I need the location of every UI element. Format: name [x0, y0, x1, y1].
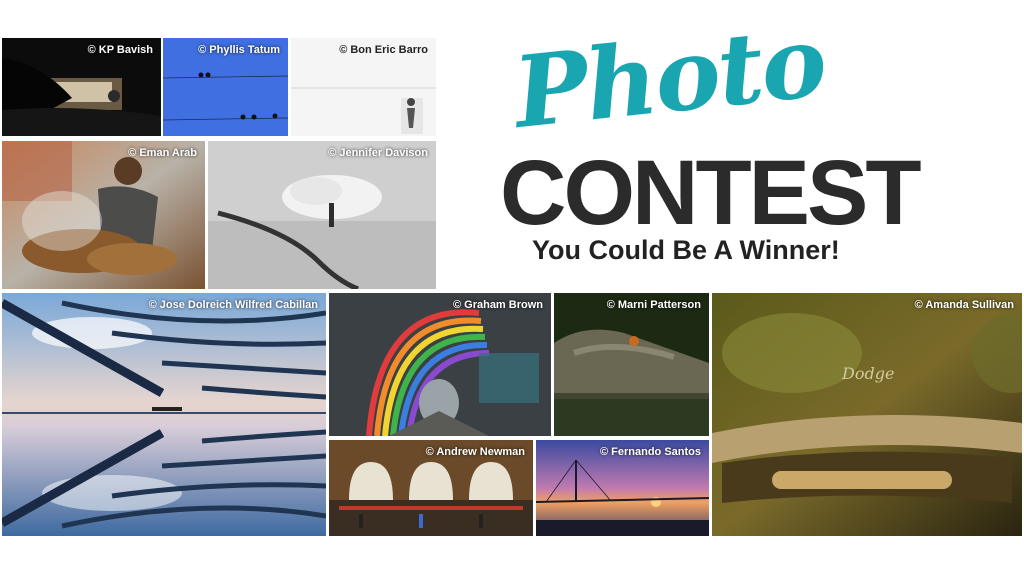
photo-art: [554, 293, 709, 436]
photo-andrew-newman: © Andrew Newman: [329, 440, 533, 536]
contest-title: CONTEST Photo You Could Be A Winner!: [480, 4, 1000, 275]
photo-credit: © Andrew Newman: [425, 446, 525, 458]
photo-jose-cabillan: © Jose Dolreich Wilfred Cabillan: [2, 293, 326, 536]
photo-art: [208, 141, 436, 289]
photo-art: Dodge: [712, 293, 1022, 536]
photo-bon-eric-barro: © Bon Eric Barro: [291, 38, 436, 136]
photo-amanda-sullivan: Dodge © Amanda Sullivan: [712, 293, 1022, 536]
headline-photo-script: Photo: [508, 4, 831, 151]
headline-contest: CONTEST: [500, 142, 922, 244]
photo-art: [2, 141, 205, 289]
photo-credit: © Fernando Santos: [599, 446, 701, 458]
photo-credit: © KP Bavish: [87, 44, 153, 56]
photo-graham-brown: © Graham Brown: [329, 293, 551, 436]
tagline: You Could Be A Winner!: [532, 235, 840, 265]
photo-credit: © Graham Brown: [452, 299, 543, 311]
photo-credit: © Jennifer Davison: [328, 147, 428, 159]
photo-fernando-santos: © Fernando Santos: [536, 440, 709, 536]
photo-credit: © Marni Patterson: [606, 299, 701, 311]
photo-art: [2, 293, 326, 536]
photo-credit: © Bon Eric Barro: [339, 44, 428, 56]
photo-phyllis-tatum: © Phyllis Tatum: [163, 38, 288, 136]
photo-credit: © Eman Arab: [128, 147, 197, 159]
photo-kp-bavish: © KP Bavish: [2, 38, 161, 136]
photo-jennifer-davison: © Jennifer Davison: [208, 141, 436, 289]
photo-credit: © Amanda Sullivan: [914, 299, 1014, 311]
photo-art: [329, 293, 551, 436]
car-badge-lettering: Dodge: [841, 364, 894, 383]
photo-credit: © Jose Dolreich Wilfred Cabillan: [148, 299, 318, 311]
photo-eman-arab: © Eman Arab: [2, 141, 205, 289]
photo-marni-patterson: © Marni Patterson: [554, 293, 709, 436]
photo-credit: © Phyllis Tatum: [198, 44, 280, 56]
